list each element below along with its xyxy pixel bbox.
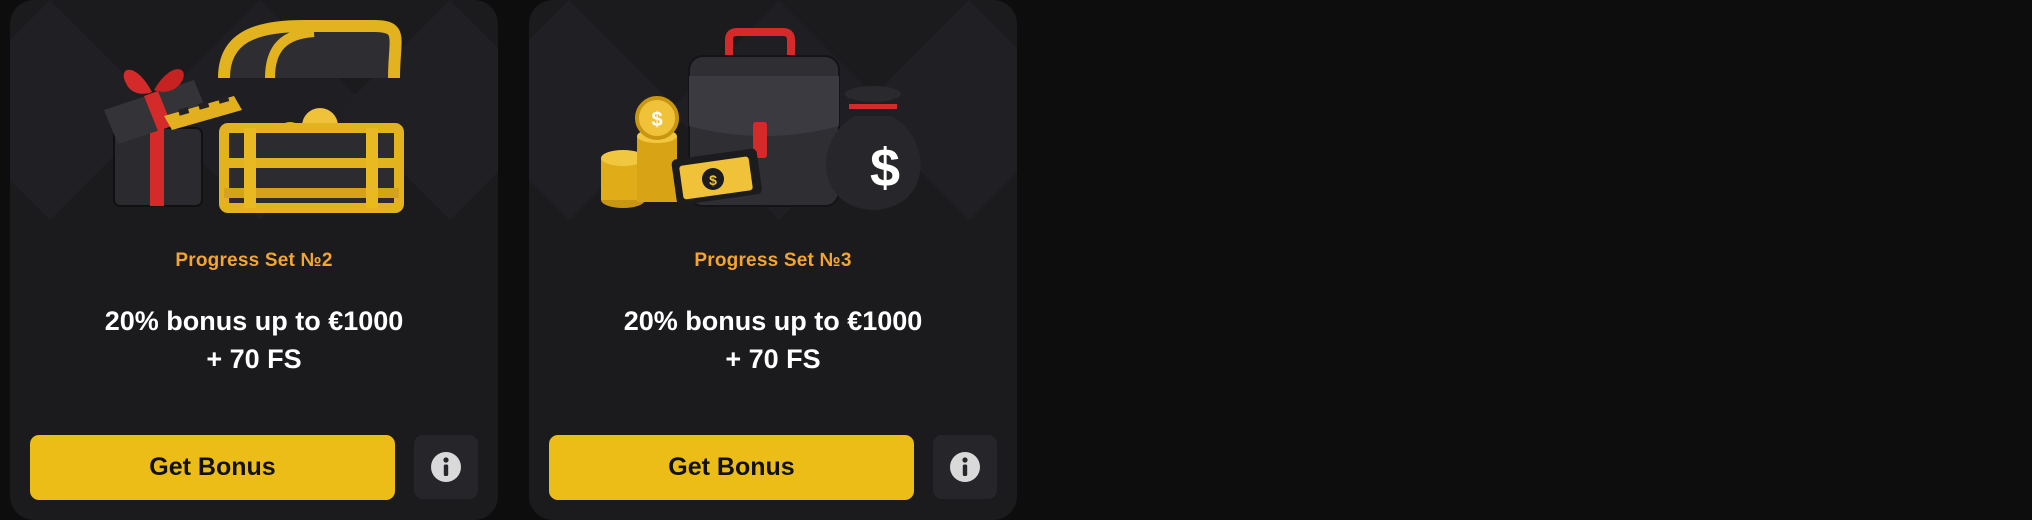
treasure-chest-icon: [218, 20, 404, 213]
offer-line-1: 20% bonus up to €1000: [104, 306, 404, 336]
info-icon: [950, 452, 980, 482]
money-bag-icon: $: [826, 86, 921, 210]
bonus-cards-area: Progress Set №2 20% bonus up to €1000 + …: [0, 0, 2032, 520]
get-bonus-button[interactable]: Get Bonus: [30, 435, 395, 500]
card-title: Progress Set №2: [175, 250, 333, 271]
briefcase-coins-money-bag-illustration: $ $ $: [601, 28, 921, 210]
bonus-card-progress-set-3: $ $ $ Progress Set №3 20% bonus up to €1…: [529, 0, 1017, 520]
bonus-offer-text: 20% bonus up to €1000 + 70 FS: [529, 302, 1017, 378]
get-bonus-button[interactable]: Get Bonus: [549, 435, 914, 500]
info-icon: [431, 452, 461, 482]
svg-text:$: $: [870, 138, 900, 198]
bonus-card-progress-set-2: Progress Set №2 20% bonus up to €1000 + …: [10, 0, 498, 520]
info-button[interactable]: [414, 435, 478, 499]
offer-line-1: 20% bonus up to €1000: [623, 306, 923, 336]
offer-line-2: + 70 FS: [725, 344, 821, 374]
offer-line-2: + 70 FS: [206, 344, 302, 374]
info-button[interactable]: [933, 435, 997, 499]
coin-stack-icon: $: [601, 96, 679, 208]
card-title: Progress Set №3: [694, 250, 852, 271]
svg-text:$: $: [651, 109, 662, 131]
svg-text:$: $: [709, 172, 717, 188]
bonus-offer-text: 20% bonus up to €1000 + 70 FS: [10, 302, 498, 378]
gift-box-and-treasure-chest-illustration: [104, 20, 404, 213]
